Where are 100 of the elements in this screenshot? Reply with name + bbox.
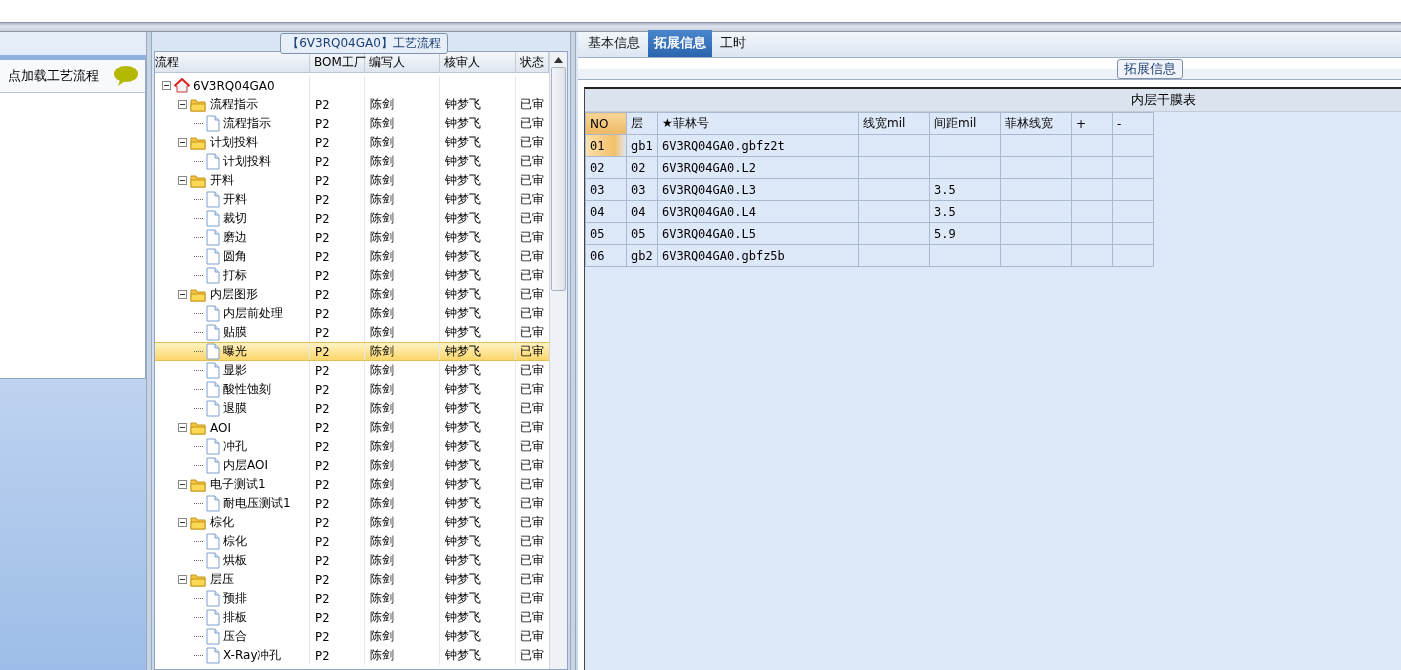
tree-node-label[interactable]: 显影	[223, 362, 247, 379]
tab[interactable]: 工时	[714, 30, 752, 57]
column-header[interactable]: -	[1112, 112, 1154, 135]
collapse-icon[interactable]	[162, 81, 171, 90]
tree-row[interactable]: 计划投料 P2 陈剑 钟梦飞 已审	[155, 152, 549, 171]
tree-row[interactable]: AOI P2 陈剑 钟梦飞 已审	[155, 418, 549, 437]
column-header[interactable]: NO	[585, 112, 627, 135]
column-header[interactable]: 流程	[155, 52, 310, 72]
column-header[interactable]: 菲林线宽	[1000, 112, 1072, 135]
table-cell-text: 已审	[519, 115, 545, 132]
table-cell: P2	[310, 114, 365, 133]
tree-node-label[interactable]: 曝光	[223, 343, 247, 360]
table-cell: 陈剑	[365, 95, 440, 114]
tree-node-label[interactable]: 层压	[210, 571, 234, 588]
collapse-icon[interactable]	[178, 575, 187, 584]
document-icon	[206, 153, 220, 170]
tree-node-label[interactable]: 打标	[223, 267, 247, 284]
table-cell: 钟梦飞	[440, 570, 516, 589]
document-icon	[206, 115, 220, 132]
tree-node-label[interactable]: 内层AOI	[223, 457, 268, 474]
tree-node-label[interactable]: 耐电压测试1	[223, 495, 291, 512]
column-header[interactable]: ★菲林号	[657, 112, 859, 135]
collapse-icon[interactable]	[178, 518, 187, 527]
collapse-icon[interactable]	[178, 290, 187, 299]
tree-node-label[interactable]: 开料	[223, 191, 247, 208]
tree-row[interactable]: 流程指示 P2 陈剑 钟梦飞 已审	[155, 95, 549, 114]
tree-row[interactable]: 打标 P2 陈剑 钟梦飞 已审	[155, 266, 549, 285]
tree-row[interactable]: 内层前处理 P2 陈剑 钟梦飞 已审	[155, 304, 549, 323]
tree-row[interactable]: 酸性蚀刻 P2 陈剑 钟梦飞 已审	[155, 380, 549, 399]
tree-node-label[interactable]: X-Ray冲孔	[223, 647, 282, 664]
tree-row[interactable]: 内层AOI P2 陈剑 钟梦飞 已审	[155, 456, 549, 475]
tree-row[interactable]: 流程指示 P2 陈剑 钟梦飞 已审	[155, 114, 549, 133]
table-cell: 钟梦飞	[440, 456, 516, 475]
tree-node-label[interactable]: 冲孔	[223, 438, 247, 455]
tree-node-label[interactable]: 圆角	[223, 248, 247, 265]
tree-node-label[interactable]: 计划投料	[210, 134, 258, 151]
tree-row[interactable]: 开料 P2 陈剑 钟梦飞 已审	[155, 190, 549, 209]
tree-node-label[interactable]: 预排	[223, 590, 247, 607]
tree-node-label[interactable]: 棕化	[210, 514, 234, 531]
column-header[interactable]: +	[1071, 112, 1113, 135]
tree-node-label[interactable]: 排板	[223, 609, 247, 626]
tree-row[interactable]: 棕化 P2 陈剑 钟梦飞 已审	[155, 513, 549, 532]
table-cell: P2	[310, 627, 365, 646]
tree-node-label[interactable]: 流程指示	[210, 96, 258, 113]
tree-row[interactable]: 预排 P2 陈剑 钟梦飞 已审	[155, 589, 549, 608]
tree-row[interactable]: X-Ray冲孔 P2 陈剑 钟梦飞 已审	[155, 646, 549, 665]
column-header[interactable]: 编写人	[365, 52, 440, 72]
tree-node-label[interactable]: 6V3RQ04GA0	[193, 78, 275, 93]
tree-row[interactable]: 圆角 P2 陈剑 钟梦飞 已审	[155, 247, 549, 266]
column-header[interactable]: 层	[626, 112, 658, 135]
table-cell-text: 已审	[519, 324, 545, 341]
table-cell: P2	[310, 133, 365, 152]
scrollbar-thumb[interactable]	[551, 67, 566, 291]
column-header[interactable]: 线宽mil	[858, 112, 930, 135]
tree-node-label[interactable]: 内层前处理	[223, 305, 283, 322]
tree-row[interactable]: 显影 P2 陈剑 钟梦飞 已审	[155, 361, 549, 380]
tree-node-label[interactable]: AOI	[210, 420, 231, 435]
tree-row[interactable]: 压合 P2 陈剑 钟梦飞 已审	[155, 627, 549, 646]
tree-row[interactable]: 开料 P2 陈剑 钟梦飞 已审	[155, 171, 549, 190]
tree-row[interactable]: 排板 P2 陈剑 钟梦飞 已审	[155, 608, 549, 627]
tree-node-label[interactable]: 酸性蚀刻	[223, 381, 271, 398]
tree-row[interactable]: 裁切 P2 陈剑 钟梦飞 已审	[155, 209, 549, 228]
collapse-icon[interactable]	[178, 138, 187, 147]
tree-node-label[interactable]: 内层图形	[210, 286, 258, 303]
tree-row[interactable]: 曝光 P2 陈剑 钟梦飞 已审	[155, 342, 549, 361]
column-header[interactable]: 核审人	[440, 52, 516, 72]
tree-row[interactable]: 磨边 P2 陈剑 钟梦飞 已审	[155, 228, 549, 247]
tree-row[interactable]: 6V3RQ04GA0	[155, 76, 549, 95]
tree-row[interactable]: 退膜 P2 陈剑 钟梦飞 已审	[155, 399, 549, 418]
tree-row[interactable]: 计划投料 P2 陈剑 钟梦飞 已审	[155, 133, 549, 152]
collapse-icon[interactable]	[178, 423, 187, 432]
tree-node-label[interactable]: 开料	[210, 172, 234, 189]
tree-row[interactable]: 棕化 P2 陈剑 钟梦飞 已审	[155, 532, 549, 551]
tree-row[interactable]: 冲孔 P2 陈剑 钟梦飞 已审	[155, 437, 549, 456]
tree-node-label[interactable]: 贴膜	[223, 324, 247, 341]
collapse-icon[interactable]	[178, 100, 187, 109]
tree-node-label[interactable]: 磨边	[223, 229, 247, 246]
tree-node-label[interactable]: 裁切	[223, 210, 247, 227]
tree-row[interactable]: 内层图形 P2 陈剑 钟梦飞 已审	[155, 285, 549, 304]
tree-node-label[interactable]: 退膜	[223, 400, 247, 417]
tree-row[interactable]: 层压 P2 陈剑 钟梦飞 已审	[155, 570, 549, 589]
collapse-icon[interactable]	[178, 176, 187, 185]
table-cell: 6V3RQ04GA0.L5	[657, 222, 859, 245]
table-cell: 陈剑	[365, 266, 440, 285]
tree-row[interactable]: 电子测试1 P2 陈剑 钟梦飞 已审	[155, 475, 549, 494]
tree-node-label[interactable]: 压合	[223, 628, 247, 645]
tab[interactable]: 拓展信息	[648, 30, 712, 57]
tree-row[interactable]: 烘板 P2 陈剑 钟梦飞 已审	[155, 551, 549, 570]
scrollbar[interactable]	[549, 52, 567, 669]
collapse-icon[interactable]	[178, 480, 187, 489]
column-header[interactable]: BOM工厂	[310, 52, 365, 72]
tree-node-label[interactable]: 电子测试1	[210, 476, 266, 493]
tab[interactable]: 基本信息	[582, 30, 646, 57]
tree-node-label[interactable]: 流程指示	[223, 115, 271, 132]
tree-row[interactable]: 耐电压测试1 P2 陈剑 钟梦飞 已审	[155, 494, 549, 513]
tree-node-label[interactable]: 计划投料	[223, 153, 271, 170]
group-title: 拓展信息	[1116, 59, 1183, 79]
tree-node-label[interactable]: 烘板	[223, 552, 247, 569]
tree-node-label[interactable]: 棕化	[223, 533, 247, 550]
column-header[interactable]: 间距mil	[929, 112, 1001, 135]
